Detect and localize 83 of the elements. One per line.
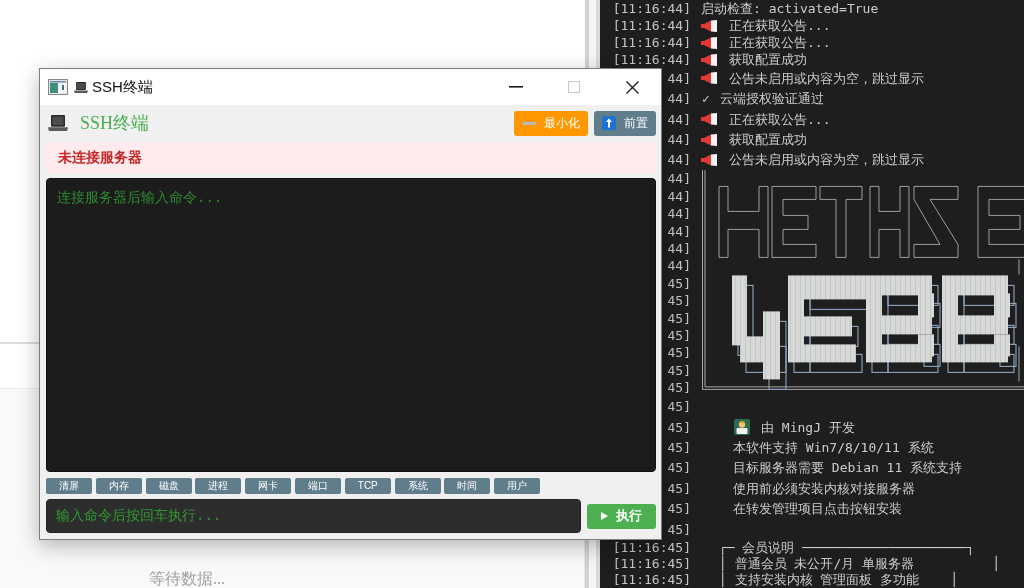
log-text: │ 普通会员 未公开/月 单服务器 │ xyxy=(719,555,1001,571)
timestamp: 45] xyxy=(667,399,691,415)
timestamp: 45] xyxy=(667,310,691,326)
quick-command-button[interactable]: TCP xyxy=(344,478,391,494)
timestamp: 45] xyxy=(667,293,691,309)
log-text: 目标服务器需要 Debian 11 系统支持 xyxy=(733,460,963,476)
timestamp: 44] xyxy=(667,258,691,274)
timestamp: 45] xyxy=(667,345,691,361)
timestamp: 45] xyxy=(667,362,691,378)
timestamp: [11:16:45] xyxy=(612,571,691,587)
timestamp: [11:16:44] xyxy=(612,35,691,50)
megaphone-icon xyxy=(701,36,717,49)
app-title: SSH终端 xyxy=(80,112,150,135)
timestamp: 45] xyxy=(667,275,691,291)
log-text: 云端授权验证通过 xyxy=(719,91,824,107)
quick-command-button[interactable]: 网卡 xyxy=(245,478,292,494)
log-text: ┌─ 会员说明 ─────────────────────┐ xyxy=(719,539,975,555)
log-text: 公告未启用或内容为空，跳过显示 xyxy=(729,152,924,168)
timestamp: 44] xyxy=(667,188,691,204)
command-input[interactable]: 输入命令后按回车执行... xyxy=(46,499,581,533)
log-text: 启动检查: activated=True xyxy=(701,1,879,16)
quick-command-button[interactable]: 磁盘 xyxy=(145,478,192,494)
app-icon xyxy=(48,79,68,95)
window-title: SSH终端 xyxy=(92,77,153,97)
megaphone-icon xyxy=(701,72,717,85)
log-text: 获取配置成功 xyxy=(729,52,807,67)
timestamp: 45] xyxy=(667,501,691,517)
log-text: 正在获取公告... xyxy=(729,35,831,50)
timestamp: 44] xyxy=(667,206,691,222)
log-text: 正在获取公告... xyxy=(729,111,831,127)
quick-command-button[interactable]: 清屏 xyxy=(46,478,92,494)
timestamp: 45] xyxy=(667,439,691,455)
timestamp: [11:16:45] xyxy=(612,539,691,555)
megaphone-icon xyxy=(701,153,717,166)
laptop-icon xyxy=(74,81,88,93)
timestamp: 45] xyxy=(667,460,691,476)
megaphone-icon xyxy=(701,19,717,32)
timestamp: 45] xyxy=(667,419,691,435)
timestamp: [11:16:44] xyxy=(612,18,691,33)
waiting-status-text: 等待数据... xyxy=(149,570,225,587)
megaphone-icon xyxy=(701,113,717,126)
timestamp: [11:16:44] xyxy=(612,1,691,16)
bring-to-front-button[interactable]: 前置 xyxy=(594,110,656,136)
person-laptop-icon xyxy=(734,419,750,436)
timestamp: 44] xyxy=(667,223,691,239)
timestamp: 44] xyxy=(667,240,691,256)
maximize-icon xyxy=(568,81,580,93)
run-button[interactable]: 执行 xyxy=(587,503,656,529)
megaphone-icon xyxy=(701,133,717,146)
timestamp: 45] xyxy=(667,380,691,396)
log-text: 本软件支持 Win7/8/10/11 系统 xyxy=(733,439,934,455)
timestamp: 44] xyxy=(667,132,691,148)
timestamp: [11:16:45] xyxy=(612,555,691,571)
minimize-icon xyxy=(509,86,523,88)
log-text: 在转发管理项目点击按钮安装 xyxy=(733,501,902,517)
quick-command-button[interactable]: 端口 xyxy=(295,478,341,494)
log-text: 正在获取公告... xyxy=(729,18,831,33)
minus-icon xyxy=(522,121,536,125)
terminal-output-field[interactable]: 连接服务器后输入命令... xyxy=(46,178,656,472)
timestamp: 44] xyxy=(667,70,691,86)
timestamp: 44] xyxy=(667,111,691,127)
timestamp: 44] xyxy=(667,171,691,187)
check-symbol: ✓ xyxy=(702,91,710,107)
log-text: │ 支持安装内核 管理面板 多功能 │ xyxy=(719,571,959,587)
log-text: 由 MingJ 开发 xyxy=(761,419,855,435)
connection-status-banner: 未连接服务器 xyxy=(46,142,656,173)
timestamp: 44] xyxy=(667,91,691,107)
timestamp: [11:16:44] xyxy=(612,52,691,67)
quick-command-button[interactable]: 内存 xyxy=(95,478,142,494)
megaphone-icon xyxy=(701,53,717,66)
quick-command-button[interactable]: 系统 xyxy=(394,478,441,494)
timestamp: 44] xyxy=(667,152,691,168)
log-text: 获取配置成功 xyxy=(729,132,807,148)
quick-command-button[interactable]: 进程 xyxy=(195,478,242,494)
close-icon xyxy=(625,80,639,94)
laptop-icon xyxy=(48,115,68,131)
quick-command-button[interactable]: 用户 xyxy=(494,478,541,494)
timestamp: 45] xyxy=(667,480,691,496)
quick-command-button[interactable]: 时间 xyxy=(444,478,491,494)
timestamp: 45] xyxy=(667,327,691,343)
timestamp: 45] xyxy=(667,521,691,537)
log-text: 使用前必须安装内核对接服务器 xyxy=(733,480,915,496)
log-text: 公告未启用或内容为空，跳过显示 xyxy=(729,70,924,86)
